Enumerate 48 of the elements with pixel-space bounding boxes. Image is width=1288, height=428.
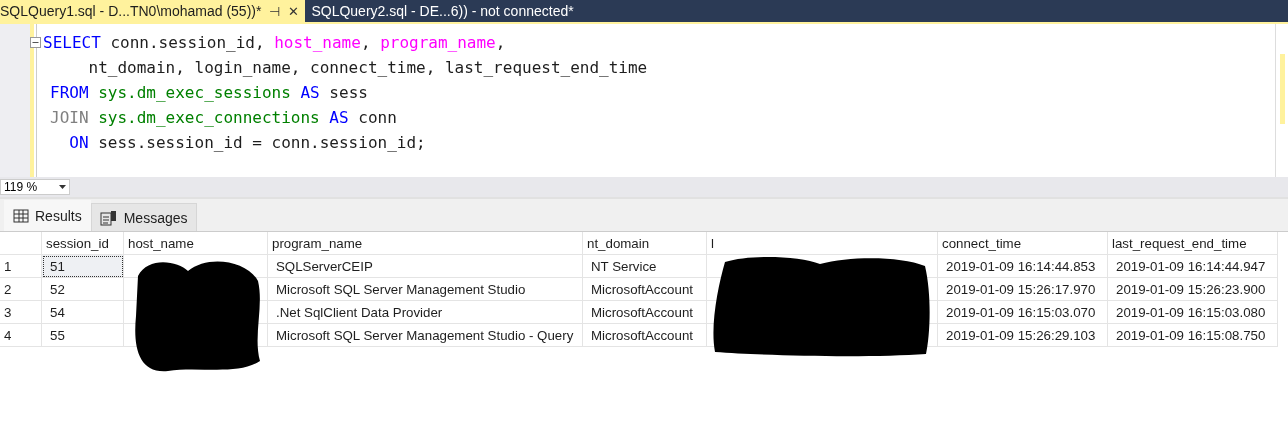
scroll-marker — [1279, 54, 1285, 124]
scrollbar[interactable] — [1275, 24, 1288, 177]
row-number: 3 — [0, 301, 42, 324]
grid-icon — [13, 209, 29, 223]
table-cell: 2019-01-09 16:15:03.080 — [1108, 301, 1278, 324]
column-header[interactable]: program_name — [268, 232, 583, 255]
table-cell: 2019-01-09 16:15:03.070 — [938, 301, 1108, 324]
document-tab[interactable]: SQLQuery1.sql - D...TN0\mohamad (55))* ⊣ ✕ — [0, 0, 306, 22]
table-cell: 2019-01-09 15:26:29.103 — [938, 324, 1108, 347]
row-number: 1 — [0, 255, 42, 278]
table-cell: 55 — [42, 324, 124, 347]
zoom-dropdown[interactable]: 119 % — [0, 179, 70, 195]
results-tab[interactable]: Results — [4, 200, 91, 231]
message-icon — [99, 209, 118, 226]
table-cell: 2019-01-09 16:15:08.750 — [1108, 324, 1278, 347]
table-cell: MicrosoftAccount — [583, 278, 707, 301]
table-cell: 2019-01-09 16:14:44.853 — [938, 255, 1108, 278]
column-header[interactable]: session_id — [42, 232, 124, 255]
table-cell: NT Service — [583, 255, 707, 278]
table-cell: 52 — [42, 278, 124, 301]
table-cell: .Net SqlClient Data Provider — [268, 301, 583, 324]
column-header[interactable]: connect_time — [938, 232, 1108, 255]
code-line: FROM sys.dm_exec_sessions AS sess — [49, 82, 369, 104]
row-number: 4 — [0, 324, 42, 347]
row-number: 2 — [0, 278, 42, 301]
column-header[interactable]: host_name — [124, 232, 268, 255]
close-icon[interactable]: ✕ — [288, 3, 300, 19]
table-cell: SQLServerCEIP — [268, 255, 583, 278]
table-cell: 2019-01-09 15:26:23.900 — [1108, 278, 1278, 301]
pin-icon[interactable]: ⊣ — [269, 3, 281, 19]
results-tab[interactable]: Messages — [90, 203, 197, 231]
table-cell: Microsoft SQL Server Management Studio - Query — [268, 324, 583, 347]
code-line: ON sess.session_id = conn.session_id; — [68, 132, 427, 154]
table-cell: 2019-01-09 16:14:44.947 — [1108, 255, 1278, 278]
collapse-icon[interactable] — [30, 37, 41, 48]
table-cell: MicrosoftAccount — [583, 301, 707, 324]
caret-icon — [59, 185, 66, 189]
table-cell: 54 — [42, 301, 124, 324]
column-header[interactable]: l — [707, 232, 938, 255]
table-cell: 2019-01-09 15:26:17.970 — [938, 278, 1108, 301]
code-line: nt_domain, login_name, connect_time, last_request_end_time — [87, 57, 649, 79]
code-line: SELECT conn.session_id, host_name, program_name, — [37, 30, 1275, 55]
code-line: JOIN sys.dm_exec_connections AS conn — [49, 107, 398, 129]
table-cell: MicrosoftAccount — [583, 324, 707, 347]
table-cell: 51 — [42, 255, 124, 278]
column-header[interactable]: nt_domain — [583, 232, 707, 255]
table-cell: Microsoft SQL Server Management Studio — [268, 278, 583, 301]
column-header[interactable]: last_request_end_time — [1108, 232, 1278, 255]
